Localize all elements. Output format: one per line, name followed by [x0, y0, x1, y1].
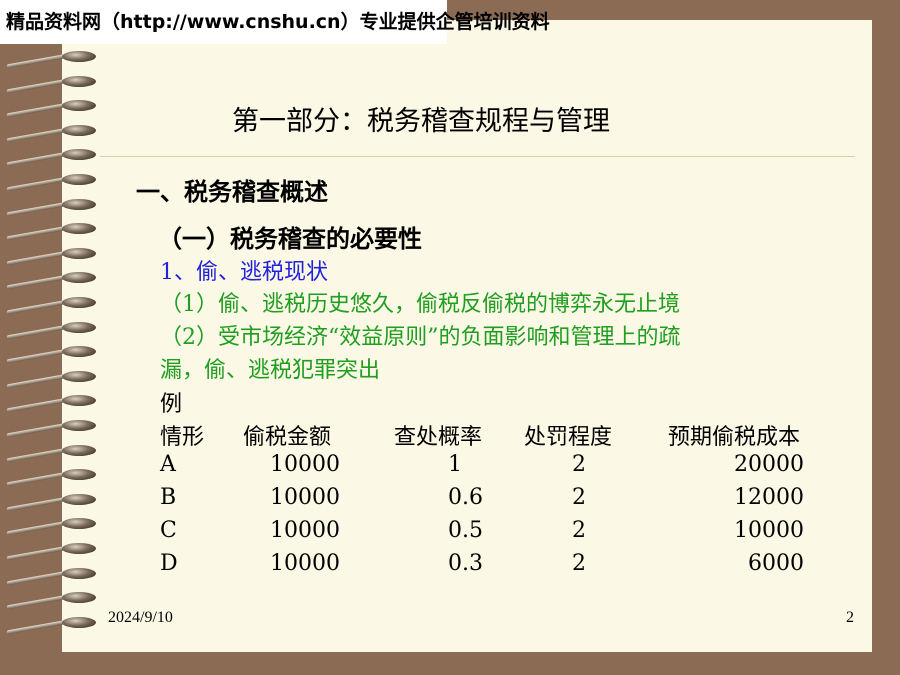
table-cell: 10000: [270, 518, 340, 543]
table-header-probability: 查处概率: [394, 425, 483, 450]
spiral-binding: [0, 44, 110, 644]
binding-ring: [6, 198, 102, 216]
slide-title: 第一部分：税务稽查规程与管理: [232, 106, 610, 137]
table-header-penalty: 处罚程度: [524, 425, 613, 450]
table-cell: 0.3: [448, 551, 483, 576]
table-cell: 12000: [734, 485, 804, 510]
table-cell: 20000: [734, 452, 804, 477]
binding-ring: [6, 394, 102, 413]
table-header-amount: 偷税金额: [243, 425, 332, 450]
binding-ring: [6, 173, 102, 192]
table-cell: 10000: [734, 518, 804, 543]
point-item-1: （1）偷、逃税历史悠久，偷税反偷税的博弈永无止境: [160, 292, 680, 317]
binding-ring: [6, 345, 102, 364]
table-cell: 0.5: [448, 518, 483, 543]
binding-ring: [6, 419, 102, 438]
binding-ring: [6, 296, 102, 315]
point-item-2: （2）受市场经济“效益原则”的负面影响和管理上的疏: [160, 325, 681, 350]
table-cell: 10000: [270, 551, 340, 576]
binding-ring: [6, 271, 102, 290]
title-divider: [100, 156, 855, 157]
binding-ring: [6, 542, 102, 561]
binding-ring: [6, 616, 102, 635]
table-cell: 10000: [270, 452, 340, 477]
binding-ring: [6, 591, 102, 610]
page-number: 2: [846, 609, 854, 626]
table-header-case: 情形: [160, 425, 205, 450]
binding-ring: [6, 567, 102, 585]
table-cell: D: [160, 551, 178, 576]
table-cell: 2: [572, 452, 586, 477]
binding-ring: [6, 468, 102, 487]
table-cell: C: [160, 518, 177, 543]
footer-date: 2024/9/10: [108, 609, 173, 626]
table-cell: B: [160, 485, 177, 510]
binding-ring: [6, 247, 102, 266]
binding-ring: [6, 148, 102, 167]
binding-ring: [6, 99, 102, 118]
binding-ring: [6, 321, 102, 339]
section-heading: 一、税务稽查概述: [136, 178, 328, 206]
watermark-banner: 精品资料网（http://www.cnshu.cn）专业提供企管培训资料: [0, 0, 550, 44]
point-heading: 1、偷、逃税现状: [160, 260, 328, 285]
binding-ring: [6, 493, 102, 512]
binding-ring: [6, 517, 102, 536]
binding-ring: [6, 124, 102, 143]
table-cell: 2: [572, 551, 586, 576]
table-cell: 2: [572, 518, 586, 543]
table-header-expected-cost: 预期偷税成本: [668, 425, 801, 450]
binding-ring: [6, 75, 102, 93]
table-cell: 10000: [270, 485, 340, 510]
point-item-2-cont: 漏，偷、逃税犯罪突出: [160, 358, 381, 383]
subsection-heading: （一）税务稽查的必要性: [158, 225, 422, 253]
table-cell: 2: [572, 485, 586, 510]
binding-ring: [6, 222, 102, 241]
binding-ring: [6, 444, 102, 462]
binding-ring: [6, 50, 102, 69]
binding-ring: [6, 370, 102, 389]
table-cell: A: [160, 452, 176, 477]
table-cell: 6000: [748, 551, 804, 576]
table-cell: 0.6: [448, 485, 483, 510]
table-cell: 1: [448, 452, 462, 477]
example-label: 例: [160, 392, 183, 417]
